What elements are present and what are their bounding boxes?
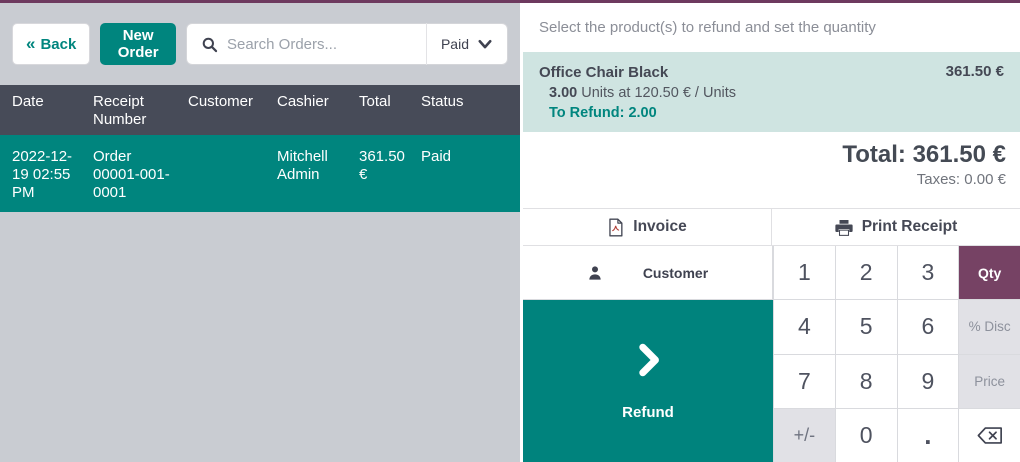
taxes-value: 0.00 € <box>964 171 1006 188</box>
column-header-cashier: Cashier <box>277 85 359 135</box>
pos-orders-screen: « Back New Order Paid <box>0 0 1020 462</box>
order-total-cell: 361.50 € <box>359 135 421 212</box>
invoice-button[interactable]: Invoice <box>523 209 771 245</box>
double-chevron-left-icon: « <box>26 34 35 54</box>
chevron-down-icon <box>477 38 493 51</box>
to-refund-qty: 2.00 <box>628 105 656 121</box>
numpad-key-9[interactable]: 9 <box>898 355 959 408</box>
numpad-key-backspace[interactable] <box>959 409 1020 462</box>
numpad-key-3[interactable]: 3 <box>898 246 959 299</box>
order-receipt-number-cell: Order 00001-001-0001 <box>93 135 188 212</box>
chevron-right-icon <box>630 342 666 378</box>
pos-controls: Customer Refund 1 2 3 Qty 4 5 <box>523 246 1020 462</box>
orders-topbar: « Back New Order Paid <box>0 3 520 85</box>
orderline-to-refund: To Refund: 2.00 <box>549 103 736 123</box>
total-label: Total: <box>842 141 906 168</box>
left-controls: Customer Refund <box>523 246 773 462</box>
status-filter-value: Paid <box>441 36 469 52</box>
back-button[interactable]: « Back <box>12 23 90 65</box>
backspace-icon <box>977 426 1003 445</box>
orders-table-header: Date Receipt Number Customer Cashier Tot… <box>0 85 520 135</box>
numpad-key-7[interactable]: 7 <box>774 355 835 408</box>
numpad-key-2[interactable]: 2 <box>836 246 897 299</box>
orderline-office-chair-black[interactable]: Office Chair Black 3.00 Units at 120.50 … <box>523 52 1020 132</box>
orderline-price: 361.50 € <box>946 63 1004 132</box>
column-header-receipt-number: Receipt Number <box>93 85 188 135</box>
column-header-total: Total <box>359 85 421 135</box>
column-header-customer: Customer <box>188 85 277 135</box>
product-name: Office Chair Black <box>539 63 736 83</box>
order-row-selected[interactable]: 2022-12-19 02:55 PM Order 00001-001-0001… <box>0 135 520 212</box>
printer-icon <box>835 219 853 236</box>
orderline-details: Office Chair Black 3.00 Units at 120.50 … <box>539 63 736 132</box>
refund-instruction: Select the product(s) to refund and set … <box>523 3 1020 52</box>
orders-list-background <box>0 212 520 462</box>
print-receipt-button[interactable]: Print Receipt <box>771 209 1020 245</box>
total-value: 361.50 € <box>913 141 1006 168</box>
pdf-file-icon <box>607 218 624 237</box>
numpad-mode-qty[interactable]: Qty <box>959 246 1020 299</box>
numpad-key-plus-minus[interactable]: +/- <box>774 409 835 462</box>
numpad-key-decimal[interactable]: . <box>898 409 959 462</box>
refund-button-label: Refund <box>622 404 674 421</box>
numpad-key-6[interactable]: 6 <box>898 300 959 353</box>
status-filter-dropdown[interactable]: Paid <box>427 24 507 64</box>
numpad-key-0[interactable]: 0 <box>836 409 897 462</box>
orderline-unit-price: Units at 120.50 € / Units <box>581 85 736 101</box>
print-receipt-button-label: Print Receipt <box>862 218 958 236</box>
column-header-status: Status <box>421 85 520 135</box>
refund-detail-panel: Select the product(s) to refund and set … <box>523 3 1020 462</box>
new-order-button[interactable]: New Order <box>100 23 176 65</box>
order-search-box: Paid <box>186 23 508 65</box>
refund-button[interactable]: Refund <box>523 300 773 462</box>
numpad-key-1[interactable]: 1 <box>774 246 835 299</box>
order-customer-cell <box>188 135 277 212</box>
numpad-key-5[interactable]: 5 <box>836 300 897 353</box>
customer-button-label: Customer <box>643 265 708 281</box>
taxes-label: Taxes: <box>917 171 960 188</box>
order-total: Total: 361.50 € <box>523 141 1006 169</box>
numpad-key-4[interactable]: 4 <box>774 300 835 353</box>
order-cashier-cell: Mitchell Admin <box>277 135 359 212</box>
order-taxes: Taxes: 0.00 € <box>523 171 1006 188</box>
column-header-date: Date <box>0 85 93 135</box>
numpad-mode-price[interactable]: Price <box>959 355 1020 408</box>
orderline-quantity: 3.00 <box>549 85 577 101</box>
numpad: 1 2 3 Qty 4 5 6 % Disc 7 8 9 Price +/- 0… <box>773 246 1020 462</box>
order-summary: Total: 361.50 € Taxes: 0.00 € <box>523 132 1020 208</box>
orders-list-panel: « Back New Order Paid <box>0 3 520 462</box>
numpad-key-8[interactable]: 8 <box>836 355 897 408</box>
invoice-button-label: Invoice <box>633 218 686 236</box>
order-actions: Invoice Print Receipt <box>523 208 1020 246</box>
back-button-label: Back <box>40 36 76 53</box>
new-order-button-label: New Order <box>117 27 159 61</box>
search-orders-input[interactable] <box>227 36 426 53</box>
order-date-cell: 2022-12-19 02:55 PM <box>0 135 93 212</box>
customer-button[interactable]: Customer <box>523 246 773 300</box>
person-icon <box>587 265 603 281</box>
order-status-cell: Paid <box>421 135 520 212</box>
search-icon <box>201 36 218 53</box>
numpad-mode-discount[interactable]: % Disc <box>959 300 1020 353</box>
app-body: « Back New Order Paid <box>0 3 1020 462</box>
to-refund-label: To Refund: <box>549 105 624 121</box>
orderline-quantity-info: 3.00 Units at 120.50 € / Units <box>549 83 736 103</box>
